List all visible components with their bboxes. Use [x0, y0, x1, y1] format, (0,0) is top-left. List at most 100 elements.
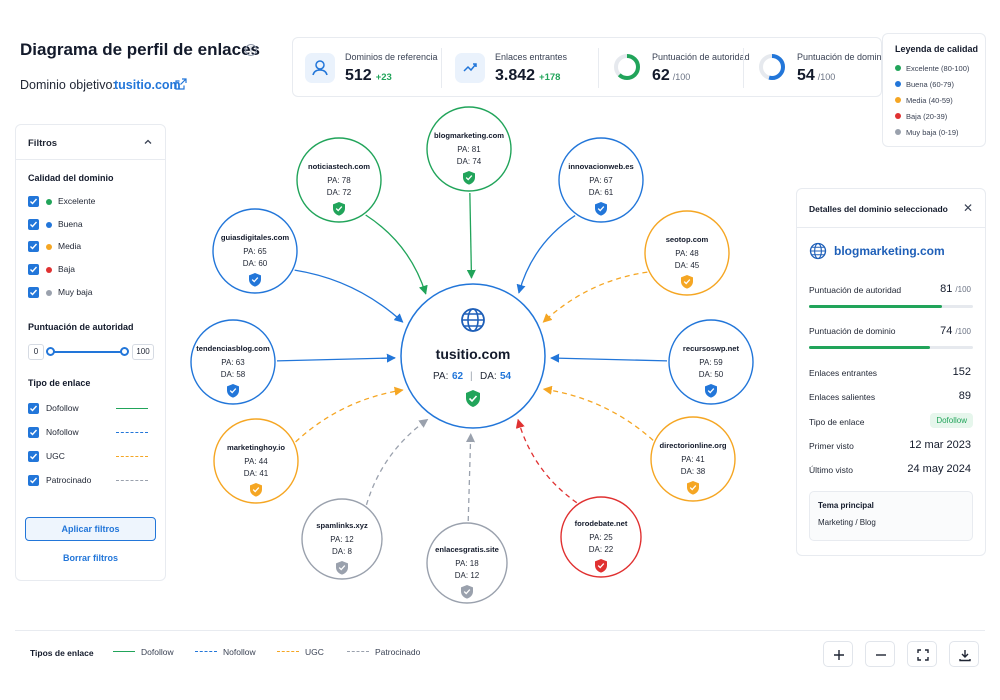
domain-node[interactable]: marketinghoy.io PA: 44 DA: 41 [213, 418, 299, 504]
node-domain: innovacionweb.es [568, 162, 633, 171]
details-incoming-label: Enlaces entrantes [809, 368, 878, 378]
node-pa: PA: 18 [455, 559, 479, 568]
node-domain: directorionline.org [659, 441, 726, 450]
node-domain: marketinghoy.io [227, 443, 285, 452]
node-domain: enlacesgratis.site [435, 545, 499, 554]
node-da: DA: 45 [675, 261, 700, 270]
domain-node[interactable]: innovacionweb.es PA: 67 DA: 61 [558, 137, 644, 223]
details-first-seen-label: Primer visto [809, 441, 854, 451]
bottom-legend-bar: Tipos de enlace Dofollow Nofollow UGC Pa… [15, 630, 985, 676]
bottom-legend-title: Tipos de enlace [30, 648, 94, 658]
details-authority-label: Puntuación de autoridad [809, 285, 902, 295]
domain-node[interactable]: noticiastech.com PA: 78 DA: 72 [296, 137, 382, 223]
graph-edge [515, 418, 578, 504]
domain-node[interactable]: tendenciasblog.com PA: 63 DA: 58 [190, 319, 276, 405]
download-icon [959, 650, 971, 662]
fullscreen-button[interactable] [907, 641, 937, 667]
node-domain: tendenciasblog.com [196, 344, 270, 353]
node-da: DA: 8 [332, 547, 353, 556]
graph-edge [550, 353, 668, 363]
node-pa: PA: 48 [675, 249, 699, 258]
topic-value: Marketing / Blog [818, 518, 876, 527]
close-icon[interactable]: ✕ [963, 201, 973, 215]
plus-icon [834, 650, 844, 660]
details-outgoing-value: 89 [958, 390, 971, 402]
node-da: DA: 58 [221, 370, 246, 379]
node-pa: PA: 78 [327, 176, 351, 185]
node-pa: PA: 12 [330, 535, 354, 544]
topic-title: Tema principal [818, 501, 874, 510]
topic-box: Tema principal Marketing / Blog [809, 491, 973, 541]
details-incoming-value: 152 [952, 366, 971, 378]
domain-score-bar [809, 346, 973, 349]
details-domain: blogmarketing.com [834, 244, 945, 258]
bottom-legend-ugc: UGC [277, 647, 324, 657]
zoom-out-button[interactable] [865, 641, 895, 667]
domain-node[interactable]: blogmarketing.com PA: 81 DA: 74 [426, 106, 512, 192]
node-pa: PA: 59 [699, 358, 723, 367]
domain-node[interactable]: recursoswp.net PA: 59 DA: 50 [668, 319, 754, 405]
bottom-legend-dofollow: Dofollow [113, 647, 174, 657]
graph-edge [516, 215, 576, 294]
graph-edge [466, 192, 476, 279]
details-domain-score-label: Puntuación de dominio [809, 326, 896, 336]
domain-node[interactable]: enlacesgratis.site PA: 18 DA: 12 [426, 522, 508, 604]
details-authority-value: 81 /100 [940, 283, 971, 295]
minus-icon [876, 654, 886, 656]
bottom-legend-patrocinado: Patrocinado [347, 647, 420, 657]
graph-edge [295, 386, 404, 443]
node-pa: PA: 67 [589, 176, 613, 185]
domain-details-panel: Detalles del dominio seleccionado ✕ blog… [796, 188, 986, 556]
node-da: DA: 61 [589, 188, 614, 197]
details-link-type-label: Tipo de enlace [809, 417, 865, 427]
node-domain: recursoswp.net [683, 344, 740, 353]
details-first-seen-value: 12 mar 2023 [909, 439, 971, 451]
details-title: Detalles del dominio seleccionado [809, 204, 948, 214]
details-last-seen-value: 24 may 2024 [907, 463, 971, 475]
node-da: DA: 50 [699, 370, 724, 379]
details-last-seen-label: Último visto [809, 465, 853, 475]
graph-edge [542, 271, 648, 323]
node-domain: noticiastech.com [308, 162, 370, 171]
node-pa: PA: 65 [243, 247, 267, 256]
node-da: DA: 38 [681, 467, 706, 476]
graph-edge [365, 418, 429, 506]
domain-node[interactable]: spamlinks.xyz PA: 12 DA: 8 [301, 498, 383, 580]
node-da: DA: 74 [457, 157, 482, 166]
node-da: DA: 12 [455, 571, 480, 580]
node-da: DA: 22 [589, 545, 614, 554]
graph-edge [465, 433, 476, 522]
details-outgoing-label: Enlaces salientes [809, 392, 876, 402]
node-da: DA: 72 [327, 188, 352, 197]
download-button[interactable] [949, 641, 979, 667]
details-domain-score-value: 74 /100 [940, 325, 971, 337]
node-pa: PA: 25 [589, 533, 613, 542]
node-domain: spamlinks.xyz [316, 521, 368, 530]
node-da: DA: 41 [244, 469, 269, 478]
node-domain: seotop.com [666, 235, 709, 244]
fullscreen-icon [917, 649, 929, 661]
domain-node[interactable]: guiasdigitales.com PA: 65 DA: 60 [212, 208, 298, 294]
node-pa: PA: 63 [221, 358, 245, 367]
node-domain: guiasdigitales.com [221, 233, 290, 242]
domain-node[interactable]: seotop.com PA: 48 DA: 45 [644, 210, 730, 296]
authority-bar [809, 305, 973, 308]
graph-edge [294, 269, 404, 323]
target-domain: tusitio.com [436, 346, 511, 362]
domain-node[interactable]: forodebate.net PA: 25 DA: 22 [560, 496, 642, 578]
node-da: DA: 60 [243, 259, 268, 268]
bottom-legend-nofollow: Nofollow [195, 647, 256, 657]
graph-edge [542, 385, 654, 441]
node-domain: forodebate.net [575, 519, 628, 528]
node-pa: PA: 44 [244, 457, 268, 466]
link-type-badge: Dofollow [930, 413, 973, 428]
graph-edge [365, 214, 428, 295]
target-node[interactable]: tusitio.com PA: 62 | DA: 54 [400, 283, 546, 429]
graph-edge [276, 353, 396, 363]
target-scores: PA: 62 | DA: 54 [433, 371, 512, 382]
node-domain: blogmarketing.com [434, 131, 504, 140]
zoom-in-button[interactable] [823, 641, 853, 667]
node-pa: PA: 81 [457, 145, 481, 154]
node-pa: PA: 41 [681, 455, 705, 464]
domain-node[interactable]: directorionline.org PA: 41 DA: 38 [650, 416, 736, 502]
